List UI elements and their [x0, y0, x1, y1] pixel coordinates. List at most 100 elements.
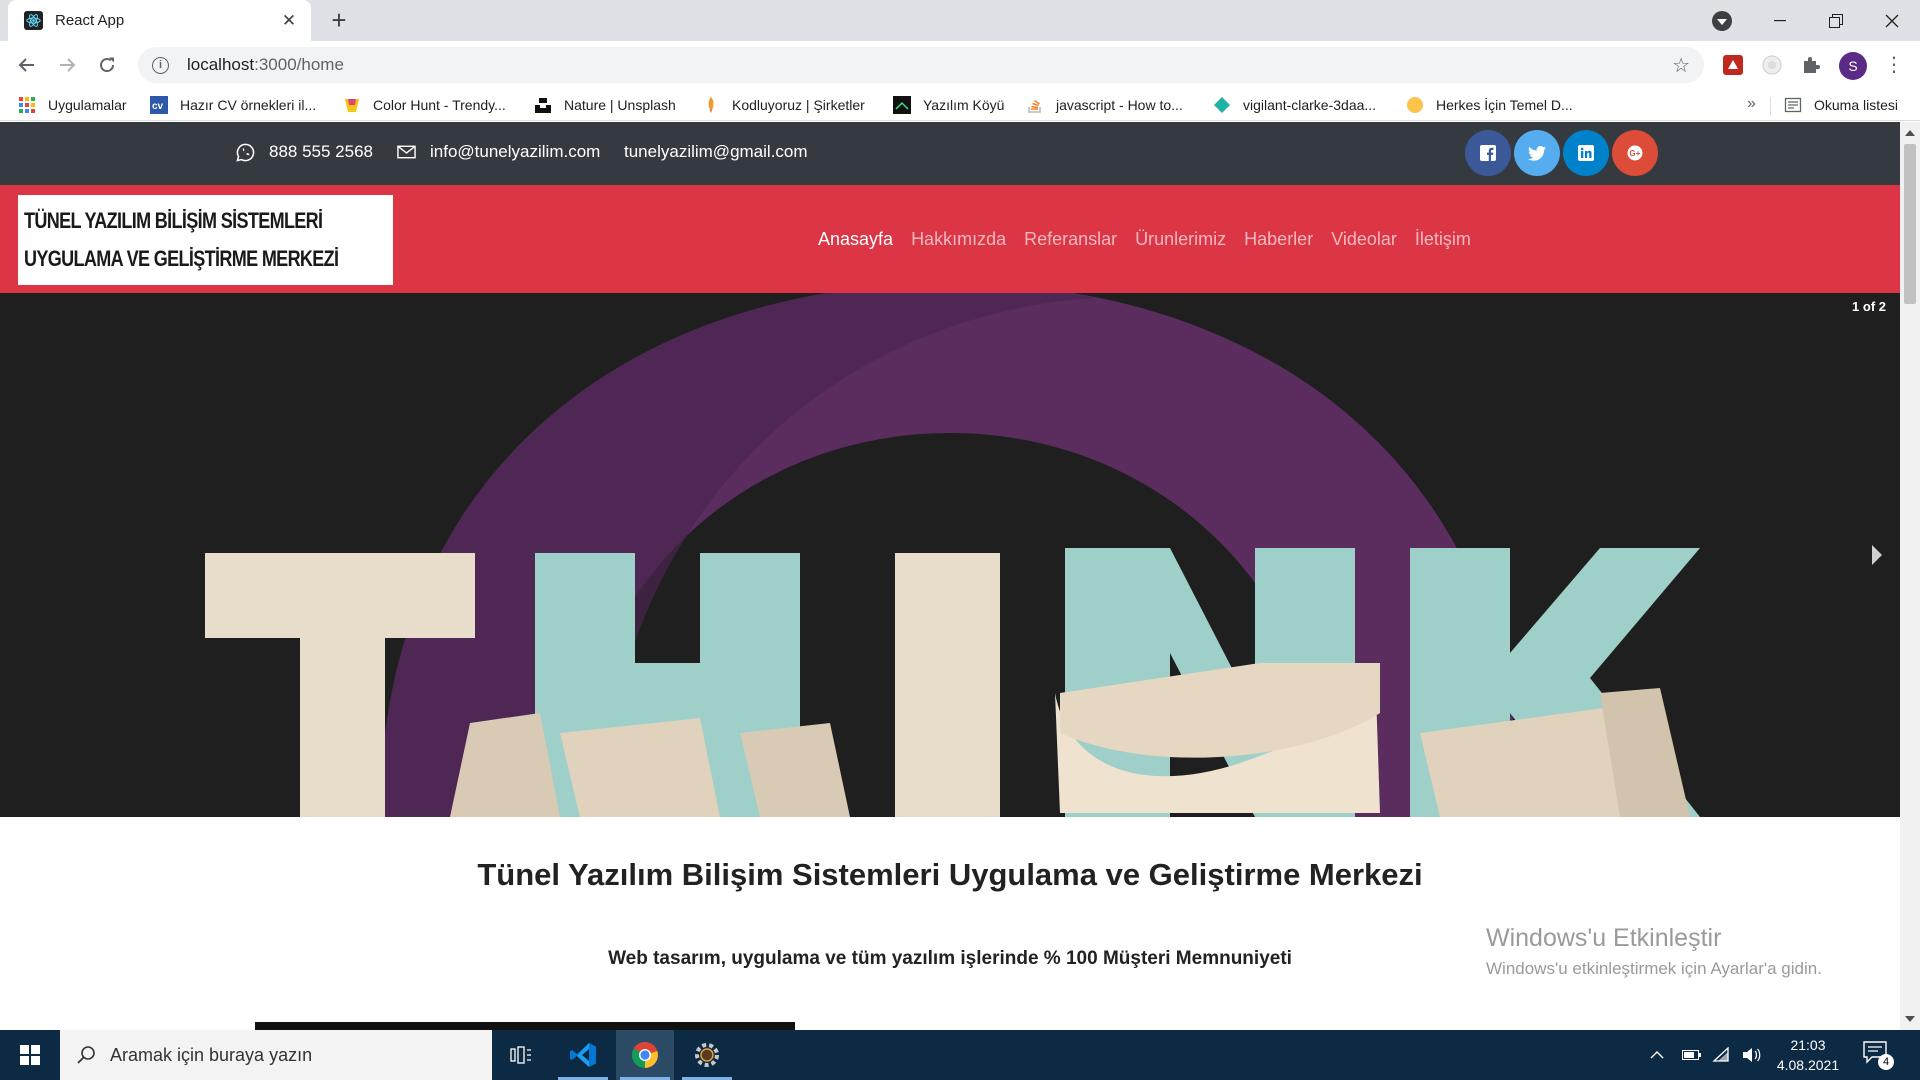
- scroll-down-icon[interactable]: [1905, 1016, 1915, 1022]
- bookmark-item[interactable]: Nature | Unsplash: [534, 94, 676, 116]
- browser-tab[interactable]: React App ✕: [8, 0, 311, 41]
- watermark-title: Windows'u Etkinleştir: [1486, 924, 1722, 952]
- notifications-button[interactable]: 4: [1862, 1040, 1896, 1070]
- bookmark-label: Color Hunt - Trendy...: [373, 97, 506, 113]
- close-window-icon[interactable]: [1864, 0, 1920, 41]
- linkedin-icon: [1578, 145, 1594, 161]
- address-bar[interactable]: i localhost:3000/home ☆: [138, 47, 1704, 83]
- battery-icon[interactable]: [1682, 1030, 1702, 1080]
- tab-close-icon[interactable]: ✕: [279, 11, 299, 31]
- forward-icon[interactable]: [51, 49, 83, 81]
- settings-gear-icon[interactable]: [678, 1030, 736, 1080]
- carousel-counter: 1 of 2: [1852, 299, 1886, 314]
- bookmark-item[interactable]: Color Hunt - Trendy...: [343, 94, 506, 116]
- bookmark-label: Yazılım Köyü: [923, 97, 1005, 113]
- menu-hakkimizda[interactable]: Hakkımızda: [911, 229, 1006, 250]
- apps-grid-icon: [18, 96, 36, 114]
- video-embed[interactable]: [255, 1022, 795, 1030]
- vscode-icon[interactable]: [554, 1030, 612, 1080]
- bookmark-item[interactable]: cv Hazır CV örnekleri il...: [150, 94, 316, 116]
- email-secondary-contact[interactable]: tunelyazilim@gmail.com: [624, 142, 808, 162]
- extension-circle-icon[interactable]: [1758, 51, 1786, 79]
- bookmark-item[interactable]: Kodluyoruz | Şirketler: [702, 94, 865, 116]
- bookmark-item[interactable]: javascript - How to...: [1026, 94, 1183, 116]
- stackoverflow-icon: [1026, 96, 1044, 114]
- tab-search-icon[interactable]: [1712, 11, 1732, 31]
- linkedin-button[interactable]: [1563, 130, 1609, 176]
- site-info-icon[interactable]: i: [152, 56, 169, 74]
- menu-urunlerimiz[interactable]: Ürunlerimiz: [1135, 229, 1226, 250]
- menu-kebab-icon[interactable]: ⋮: [1884, 52, 1904, 80]
- url-path: :3000/home: [254, 55, 344, 74]
- bookmark-star-icon[interactable]: ☆: [1672, 53, 1690, 78]
- url-host: localhost: [187, 55, 255, 74]
- new-tab-icon[interactable]: +: [325, 7, 353, 35]
- chrome-icon[interactable]: [616, 1030, 674, 1080]
- bookmark-label: Nature | Unsplash: [564, 97, 676, 113]
- bookmark-label: vigilant-clarke-3daa...: [1243, 97, 1377, 113]
- circle-icon: [1406, 96, 1424, 114]
- scrollbar-thumb[interactable]: [1904, 144, 1916, 304]
- page-heading: Tünel Yazılım Bilişim Sistemleri Uygulam…: [477, 857, 1423, 892]
- bookmark-item[interactable]: Uygulamalar: [18, 94, 127, 116]
- menu-haberler[interactable]: Haberler: [1244, 229, 1313, 250]
- restore-icon[interactable]: [1808, 0, 1864, 41]
- whatsapp-icon: [236, 143, 255, 162]
- main-navbar: TÜ EL TÜNEL YAZILIM BİLİŞİM SİSTEMLERİ U…: [0, 185, 1900, 293]
- menu-anasayfa[interactable]: Anasayfa: [818, 229, 893, 250]
- menu-referanslar[interactable]: Referanslar: [1024, 229, 1117, 250]
- netlify-icon: [1213, 96, 1231, 114]
- extensions-puzzle-icon[interactable]: [1797, 51, 1825, 79]
- bookmark-item[interactable]: Yazılım Köyü: [893, 94, 1004, 116]
- site-logo[interactable]: TÜ EL TÜNEL YAZILIM BİLİŞİM SİSTEMLERİ U…: [18, 195, 393, 285]
- taskbar-search[interactable]: Aramak için buraya yazın: [60, 1030, 492, 1080]
- watermark-subtitle: Windows'u etkinleştirmek için Ayarlar'a …: [1486, 959, 1822, 978]
- taskbar-search-placeholder: Aramak için buraya yazın: [110, 1044, 313, 1065]
- twitter-button[interactable]: [1514, 130, 1560, 176]
- main-menu: Anasayfa Hakkımızda Referanslar Ürunleri…: [818, 185, 1489, 293]
- clock-time: 21:03: [1790, 1037, 1826, 1053]
- carousel-slide-image: [0, 293, 1900, 817]
- browser-toolbar: i localhost:3000/home ☆: [0, 41, 1920, 89]
- extension-red-icon[interactable]: [1719, 51, 1747, 79]
- facebook-button[interactable]: [1465, 130, 1511, 176]
- svg-text:G+: G+: [1629, 149, 1640, 158]
- carousel-next-icon[interactable]: [1872, 545, 1882, 565]
- contact-bar: 888 555 2568 info@tunelyazilim.com tunel…: [0, 122, 1900, 185]
- bookmark-item[interactable]: Herkes İçin Temel D...: [1406, 94, 1573, 116]
- bookmark-label: javascript - How to...: [1056, 97, 1183, 113]
- back-icon[interactable]: [11, 49, 43, 81]
- color-hunt-icon: [343, 96, 361, 114]
- reload-icon[interactable]: [91, 49, 123, 81]
- google-plus-button[interactable]: G+: [1612, 130, 1658, 176]
- menu-iletisim[interactable]: İletişim: [1415, 229, 1471, 250]
- twitter-icon: [1528, 145, 1546, 161]
- bookmark-label: Uygulamalar: [48, 97, 127, 113]
- taskbar-clock[interactable]: 21:03 4.08.2021: [1775, 1035, 1841, 1075]
- email-contact[interactable]: info@tunelyazilim.com: [397, 142, 600, 162]
- minimize-icon[interactable]: [1752, 0, 1808, 41]
- rocket-icon: [702, 96, 720, 114]
- bookmarks-overflow-icon[interactable]: »: [1747, 95, 1756, 113]
- bookmark-item[interactable]: vigilant-clarke-3daa...: [1213, 94, 1376, 116]
- tray-chevron-icon[interactable]: [1650, 1030, 1664, 1080]
- wifi-icon[interactable]: [1712, 1030, 1732, 1080]
- logo-text: TÜNEL YAZILIM BİLİŞİM SİSTEMLERİ UYGULAM…: [24, 202, 339, 278]
- menu-videolar[interactable]: Videolar: [1331, 229, 1397, 250]
- profile-avatar[interactable]: S: [1839, 52, 1867, 80]
- reading-list-button[interactable]: Okuma listesi: [1784, 94, 1898, 116]
- email-secondary: tunelyazilim@gmail.com: [624, 142, 808, 161]
- phone-contact[interactable]: 888 555 2568: [236, 142, 373, 162]
- windows-start-icon[interactable]: [0, 1030, 60, 1080]
- scroll-up-icon[interactable]: [1905, 130, 1915, 136]
- notification-badge: 4: [1878, 1054, 1894, 1070]
- volume-icon[interactable]: [1742, 1030, 1762, 1080]
- bookmarks-bar: Uygulamalar cv Hazır CV örnekleri il... …: [0, 89, 1920, 121]
- windows-activation-watermark: Windows'u Etkinleştir Windows'u etkinleş…: [1486, 924, 1822, 979]
- page-viewport: 888 555 2568 info@tunelyazilim.com tunel…: [0, 122, 1920, 1030]
- hero-carousel[interactable]: 1 of 2: [0, 293, 1900, 817]
- task-view-icon[interactable]: [492, 1030, 550, 1080]
- page-scrollbar[interactable]: [1900, 122, 1920, 1030]
- bookmark-label: Kodluyoruz | Şirketler: [732, 97, 865, 113]
- logo-line-2: UYGULAMA VE GELİŞTİRME MERKEZİ: [24, 246, 339, 271]
